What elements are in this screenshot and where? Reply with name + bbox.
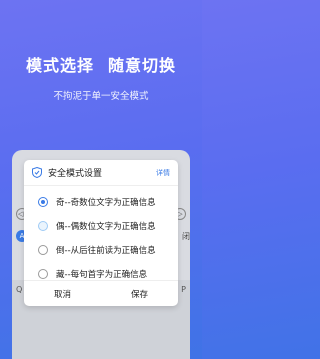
- shield-icon: [32, 167, 42, 178]
- detail-link[interactable]: 详情: [156, 168, 170, 178]
- cancel-button[interactable]: 取消: [24, 281, 101, 306]
- option-even[interactable]: 偶--偶数位文字为正确信息: [24, 214, 178, 238]
- dialog-header: 安全模式设置 详情: [24, 160, 178, 186]
- save-button[interactable]: 保存: [101, 281, 178, 306]
- option-label: 倒--从后往前读为正确信息: [56, 246, 156, 256]
- headline-part1: 模式选择: [25, 56, 94, 75]
- radio-button[interactable]: [38, 221, 48, 231]
- security-mode-dialog: 安全模式设置 详情 奇--奇数位文字为正确信息 偶--偶数位文字为正确信息 倒-…: [24, 160, 178, 306]
- key-p: P: [181, 285, 186, 294]
- radio-button[interactable]: [38, 245, 48, 255]
- key-q: Q: [16, 285, 23, 294]
- dialog-footer: 取消 保存: [24, 280, 178, 306]
- option-label: 藏--每句首字为正确信息: [56, 270, 148, 280]
- subline: 不拘泥于单一安全模式: [53, 91, 149, 102]
- headline: 模式选择 随意切换: [0, 52, 202, 76]
- radio-button[interactable]: [38, 197, 48, 207]
- option-label: 奇--奇数位文字为正确信息: [56, 198, 156, 208]
- option-odd[interactable]: 奇--奇数位文字为正确信息: [24, 190, 178, 214]
- option-label: 偶--偶数位文字为正确信息: [56, 222, 156, 232]
- close-label: 闭: [182, 232, 190, 241]
- radio-button[interactable]: [38, 269, 48, 279]
- mode-options: 奇--奇数位文字为正确信息 偶--偶数位文字为正确信息 倒--从后往前读为正确信…: [24, 186, 178, 286]
- option-reverse[interactable]: 倒--从后往前读为正确信息: [24, 238, 178, 262]
- headline-part2: 随意切换: [108, 56, 177, 75]
- dialog-title: 安全模式设置: [48, 169, 103, 179]
